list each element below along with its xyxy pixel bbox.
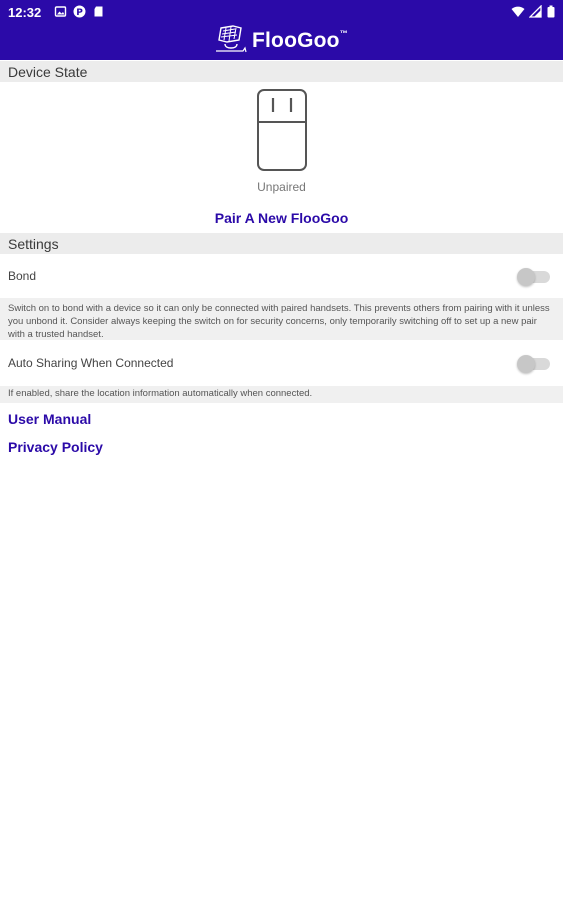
brand-logo: FlooGoo ™: [215, 24, 348, 59]
svg-text:P: P: [76, 8, 83, 18]
floogoo-logo-icon: [215, 24, 247, 59]
brand-trademark: ™: [339, 28, 348, 38]
app-bar: 12:32 P FlooGoo ™: [0, 0, 563, 60]
bond-label: Bond: [8, 269, 37, 283]
bond-setting-row: Bond: [0, 254, 563, 300]
privacy-policy-link[interactable]: Privacy Policy: [8, 439, 103, 455]
auto-sharing-label: Auto Sharing When Connected: [8, 356, 174, 370]
status-time: 12:32: [8, 5, 42, 20]
photo-icon: [54, 5, 67, 18]
auto-sharing-setting-row: Auto Sharing When Connected: [0, 341, 563, 387]
wifi-icon: [511, 5, 525, 18]
status-bar: 12:32 P: [0, 0, 563, 24]
bond-toggle[interactable]: [517, 268, 550, 286]
settings-header: Settings: [0, 233, 563, 254]
battery-icon: [547, 5, 555, 18]
brand-name: FlooGoo: [252, 29, 340, 52]
user-manual-link[interactable]: User Manual: [8, 411, 91, 427]
auto-sharing-toggle[interactable]: [517, 355, 550, 373]
signal-icon: [528, 4, 542, 18]
bond-toggle-thumb: [517, 268, 535, 286]
bond-description: Switch on to bond with a device so it ca…: [0, 298, 563, 340]
sd-card-icon: [92, 5, 105, 18]
auto-sharing-description: If enabled, share the location informati…: [0, 386, 563, 403]
device-state-header: Device State: [0, 61, 563, 82]
auto-sharing-toggle-thumb: [517, 355, 535, 373]
floogoo-device-icon: [256, 88, 308, 172]
device-status-text: Unpaired: [257, 180, 306, 194]
pair-new-device-link[interactable]: Pair A New FlooGoo: [0, 210, 563, 226]
p-badge-icon: P: [73, 5, 86, 18]
